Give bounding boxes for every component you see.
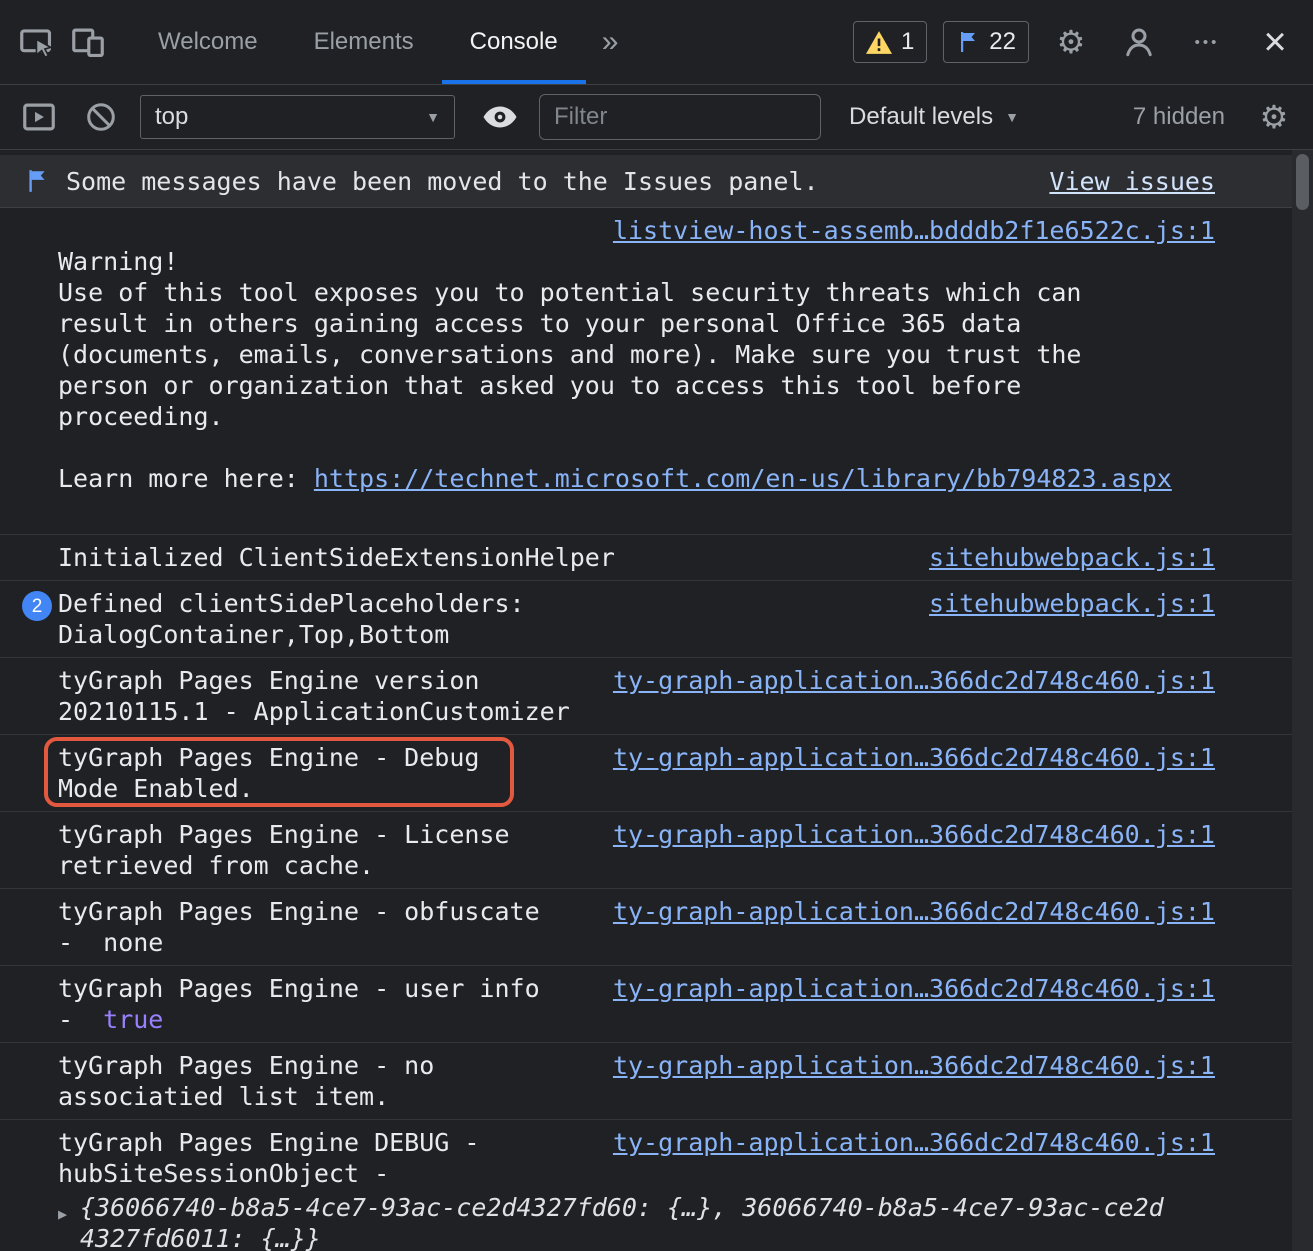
gear-icon: ⚙ <box>1057 26 1086 58</box>
profile-button[interactable] <box>1113 16 1165 68</box>
view-issues-link[interactable]: View issues <box>1049 167 1215 196</box>
source-link[interactable]: ty-graph-application…366dc2d748c460.js:1 <box>613 819 1215 850</box>
context-selector-value: top <box>155 103 188 131</box>
tabbar-right-controls: 1 22 ⚙ ••• × <box>853 16 1301 68</box>
warning-count: 1 <box>901 28 914 56</box>
source-link[interactable]: sitehubwebpack.js:1 <box>929 588 1215 619</box>
gear-icon: ⚙ <box>1260 101 1289 133</box>
live-expression-button[interactable] <box>477 94 523 140</box>
flag-icon <box>956 29 980 55</box>
console-message: ty-graph-application…366dc2d748c460.js:1… <box>0 658 1313 735</box>
more-tabs-button[interactable]: » <box>586 0 635 84</box>
settings-button[interactable]: ⚙ <box>1045 16 1097 68</box>
source-link[interactable]: listview-host-assemb…bdddb2f1e6522c.js:1 <box>613 215 1215 246</box>
tab-welcome[interactable]: Welcome <box>130 0 286 84</box>
more-icon: ••• <box>1195 35 1220 50</box>
issues-count: 22 <box>989 28 1016 56</box>
source-link[interactable]: ty-graph-application…366dc2d748c460.js:1 <box>613 973 1215 1004</box>
infobar-message: Some messages have been moved to the Iss… <box>66 167 819 196</box>
clear-console-button[interactable] <box>78 94 124 140</box>
source-link[interactable]: ty-graph-application…366dc2d748c460.js:1 <box>613 665 1215 696</box>
object-preview[interactable]: {36066740-b8a5-4ce7-93ac-ce2d4327fd60: {… <box>80 1192 1164 1251</box>
devtools-window: Welcome Elements Console » 1 <box>0 0 1313 1251</box>
inspect-element-button[interactable] <box>10 16 62 68</box>
panel-tabs: Welcome Elements Console » <box>130 0 634 84</box>
tab-console[interactable]: Console <box>442 0 586 84</box>
warning-triangle-icon <box>866 31 892 54</box>
console-filter-input[interactable] <box>539 94 821 140</box>
log-levels-label: Default levels <box>849 103 993 131</box>
flag-icon <box>24 168 50 194</box>
person-icon <box>1121 24 1157 60</box>
chevron-double-icon: » <box>602 25 619 59</box>
source-link[interactable]: ty-graph-application…366dc2d748c460.js:1 <box>613 1127 1215 1158</box>
sidebar-panel-icon <box>20 98 58 136</box>
learn-more-link[interactable]: https://technet.microsoft.com/en-us/libr… <box>314 464 1172 493</box>
console-message: sitehubwebpack.js:1 Initialized ClientSi… <box>0 535 1313 581</box>
devtools-tabbar: Welcome Elements Console » 1 <box>0 0 1313 85</box>
tab-elements[interactable]: Elements <box>286 0 442 84</box>
clear-circle-slash-icon <box>83 99 119 135</box>
source-link[interactable]: ty-graph-application…366dc2d748c460.js:1 <box>613 1050 1215 1081</box>
javascript-context-selector[interactable]: top ▼ <box>140 95 455 139</box>
console-settings-button[interactable]: ⚙ <box>1251 94 1297 140</box>
device-toolbar-button[interactable] <box>62 16 114 68</box>
console-message-debug-mode: ty-graph-application…366dc2d748c460.js:1… <box>0 735 1313 812</box>
scrollbar-thumb[interactable] <box>1296 154 1309 210</box>
chevron-down-icon: ▼ <box>1005 109 1019 125</box>
console-sidebar-toggle-button[interactable] <box>16 94 62 140</box>
console-message-warning: listview-host-assemb…bdddb2f1e6522c.js:1… <box>0 208 1313 535</box>
tab-welcome-label: Welcome <box>158 28 258 56</box>
console-message: 2 sitehubwebpack.js:1 Defined clientSide… <box>0 581 1313 658</box>
inspect-cursor-icon <box>17 23 55 61</box>
message-text: Warning! Use of this tool exposes you to… <box>58 215 1215 494</box>
close-devtools-button[interactable]: × <box>1249 16 1301 68</box>
more-options-button[interactable]: ••• <box>1181 16 1233 68</box>
console-message: ty-graph-application…366dc2d748c460.js:1… <box>0 889 1313 966</box>
console-message-object: ty-graph-application…366dc2d748c460.js:1… <box>0 1120 1313 1251</box>
console-toolbar: top ▼ Default levels ▼ 7 hidden ⚙ <box>0 85 1313 150</box>
console-messages-pane: Some messages have been moved to the Iss… <box>0 150 1313 1251</box>
device-toolbar-icon <box>69 23 107 61</box>
vertical-scrollbar[interactable] <box>1292 150 1313 1251</box>
tab-console-label: Console <box>470 28 558 56</box>
console-message: ty-graph-application…366dc2d748c460.js:1… <box>0 1043 1313 1120</box>
issues-infobar: Some messages have been moved to the Iss… <box>0 155 1313 208</box>
hidden-messages-count: 7 hidden <box>1133 103 1225 131</box>
chevron-down-icon: ▼ <box>426 109 440 125</box>
object-preview-row: ▶ {36066740-b8a5-4ce7-93ac-ce2d4327fd60:… <box>58 1192 1215 1251</box>
boolean-value: true <box>103 1005 163 1034</box>
source-link[interactable]: ty-graph-application…366dc2d748c460.js:1 <box>613 742 1215 773</box>
source-link[interactable]: sitehubwebpack.js:1 <box>929 542 1215 573</box>
log-levels-dropdown[interactable]: Default levels ▼ <box>849 103 1019 131</box>
warnings-badge[interactable]: 1 <box>853 21 927 63</box>
repeat-count-badge: 2 <box>22 591 52 621</box>
close-icon: × <box>1263 22 1286 62</box>
console-message: ty-graph-application…366dc2d748c460.js:1… <box>0 966 1313 1043</box>
source-link[interactable]: ty-graph-application…366dc2d748c460.js:1 <box>613 896 1215 927</box>
expand-arrow-icon[interactable]: ▶ <box>58 1192 80 1251</box>
tab-elements-label: Elements <box>314 28 414 56</box>
eye-icon <box>482 104 518 130</box>
issues-badge[interactable]: 22 <box>943 21 1029 63</box>
console-message: ty-graph-application…366dc2d748c460.js:1… <box>0 812 1313 889</box>
